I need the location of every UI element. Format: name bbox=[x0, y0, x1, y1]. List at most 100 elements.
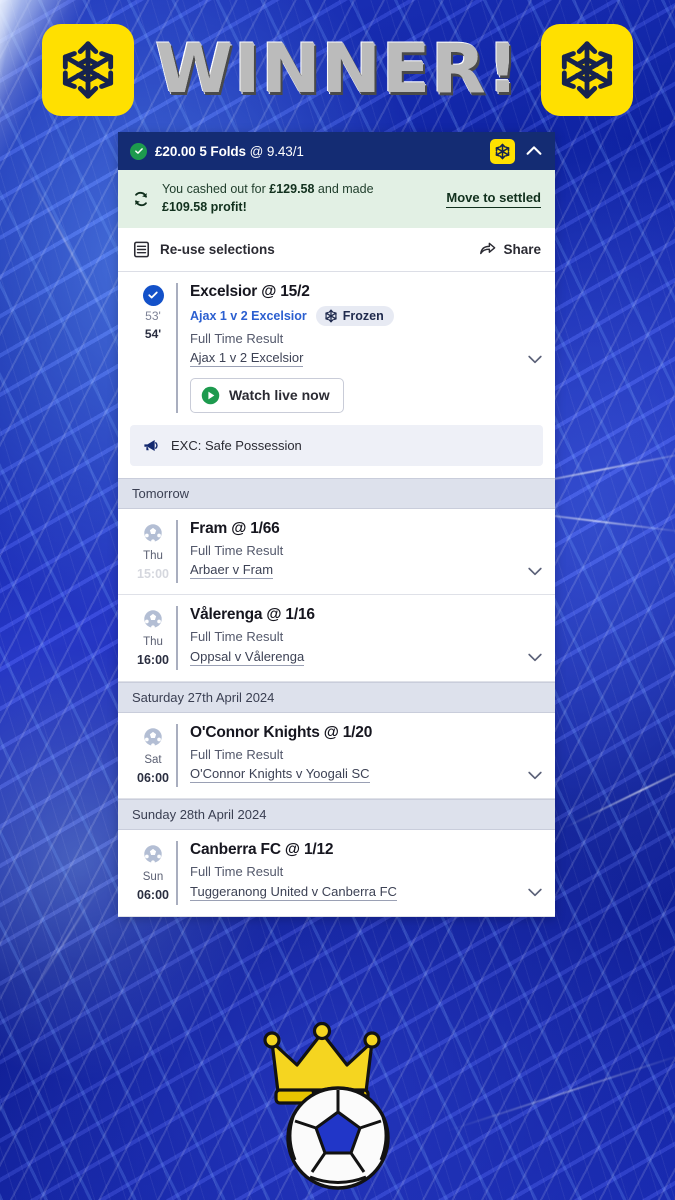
betslip-header[interactable]: £20.00 5 Folds @ 9.43/1 bbox=[118, 132, 555, 170]
day-label: Thu bbox=[143, 549, 163, 562]
cashout-amount: £129.58 bbox=[269, 182, 315, 196]
selection-body: Excelsior @ 15/2 Ajax 1 v 2 Excelsior Fr… bbox=[176, 282, 545, 413]
date-header: Sunday 28th April 2024 bbox=[118, 799, 555, 831]
chevron-down-icon[interactable] bbox=[525, 765, 545, 785]
megaphone-icon bbox=[144, 439, 158, 451]
cashout-banner: You cashed out for £129.58 and made £109… bbox=[118, 170, 555, 228]
cashout-profit: £109.58 profit! bbox=[162, 199, 247, 214]
move-to-settled-button[interactable]: Move to settled bbox=[446, 190, 541, 208]
snowflake-icon bbox=[325, 309, 337, 322]
time-label: 06:00 bbox=[137, 888, 169, 903]
market-name: Full Time Result bbox=[190, 746, 284, 762]
time-label: 06:00 bbox=[137, 770, 169, 785]
chevron-down-icon[interactable] bbox=[525, 561, 545, 581]
selection-time-column: Sat 06:00 bbox=[130, 724, 176, 788]
light-streak bbox=[24, 876, 106, 1006]
winner-title: WINNER! bbox=[154, 30, 520, 109]
selection-body: O'Connor Knights @ 1/20 Full Time Result… bbox=[176, 723, 545, 788]
light-streak bbox=[563, 752, 675, 830]
live-minute-first: 53' bbox=[145, 308, 161, 323]
cashout-refresh-icon bbox=[135, 191, 147, 206]
exc-text: EXC: Safe Possession bbox=[171, 437, 302, 453]
selection-time-column: Thu 16:00 bbox=[130, 606, 176, 670]
selection-row-live[interactable]: 53' 54' Excelsior @ 15/2 Ajax 1 v 2 Exce… bbox=[118, 271, 555, 419]
crowned-football-emoji bbox=[263, 1021, 390, 1190]
check-circle-filled-icon bbox=[142, 284, 164, 306]
selection-row[interactable]: Sat 06:00 O'Connor Knights @ 1/20 Full T… bbox=[118, 712, 555, 800]
selection-row[interactable]: Thu 16:00 Vålerenga @ 1/16 Full Time Res… bbox=[118, 595, 555, 682]
fixture-name[interactable]: Ajax 1 v 2 Excelsior bbox=[190, 350, 304, 367]
fixture-row: Tuggeranong United v Canberra FC bbox=[190, 882, 545, 902]
upcoming-groups: Tomorrow Thu 15:00 Fram @ 1/66 Full Time… bbox=[118, 477, 555, 917]
light-streak bbox=[446, 1049, 675, 1133]
selection-body: Vålerenga @ 1/16 Full Time Result Oppsal… bbox=[176, 606, 545, 670]
day-label: Thu bbox=[143, 636, 163, 649]
exc-banner-wrap: EXC: Safe Possession bbox=[118, 418, 555, 478]
soccer-ball-icon bbox=[286, 1086, 390, 1190]
chevron-down-icon[interactable] bbox=[525, 349, 545, 369]
winner-banner: WINNER! bbox=[0, 18, 675, 122]
cashout-middle: and made bbox=[314, 182, 374, 196]
betslip-toolbar: Re-use selections Share bbox=[118, 228, 555, 272]
day-label: Sun bbox=[142, 871, 164, 884]
fixture-row: Arbaer v Fram bbox=[190, 561, 545, 581]
reuse-selections-button[interactable]: Re-use selections bbox=[160, 242, 275, 257]
selection-body: Fram @ 1/66 Full Time Result Arbaer v Fr… bbox=[176, 519, 545, 584]
football-icon bbox=[144, 845, 162, 865]
chevron-down-icon[interactable] bbox=[525, 882, 545, 902]
light-streak bbox=[19, 156, 111, 326]
bet-odds: @ 9.43/1 bbox=[249, 143, 304, 159]
football-icon bbox=[144, 610, 162, 630]
snowflake-badge-header bbox=[490, 138, 515, 164]
selection-time-column: Sun 06:00 bbox=[130, 841, 176, 905]
bet-summary: £20.00 5 Folds @ 9.43/1 bbox=[155, 144, 304, 159]
watch-live-button[interactable]: Watch live now bbox=[190, 377, 344, 413]
snowflake-icon bbox=[495, 143, 510, 159]
fixture-name[interactable]: Tuggeranong United v Canberra FC bbox=[190, 884, 397, 901]
snowflake-icon bbox=[62, 41, 114, 99]
football-icon bbox=[144, 523, 162, 543]
check-circle-icon bbox=[130, 142, 147, 160]
fixture-name[interactable]: O'Connor Knights v Yoogali SC bbox=[190, 766, 370, 784]
chevron-down-icon[interactable] bbox=[525, 647, 545, 667]
fixture-line: Ajax 1 v 2 Excelsior Frozen bbox=[190, 305, 545, 326]
watch-live-label: Watch live now bbox=[229, 387, 330, 403]
selection-time-column: Thu 15:00 bbox=[130, 520, 176, 584]
date-header: Tomorrow bbox=[118, 477, 555, 509]
fixture-row: Oppsal v Vålerenga bbox=[190, 647, 545, 667]
day-label: Sat bbox=[144, 753, 162, 766]
bet-folds: 5 Folds bbox=[199, 143, 246, 159]
time-label: 15:00 bbox=[137, 566, 169, 581]
snowflake-icon bbox=[561, 41, 613, 99]
cashout-prefix: You cashed out for bbox=[162, 182, 270, 196]
football-icon bbox=[144, 727, 162, 747]
fixture-link[interactable]: Ajax 1 v 2 Excelsior bbox=[190, 309, 307, 323]
market-name: Full Time Result bbox=[190, 330, 284, 346]
cashout-message: You cashed out for £129.58 and made £109… bbox=[162, 181, 436, 217]
date-header: Saturday 27th April 2024 bbox=[118, 681, 555, 713]
fixture-row: Ajax 1 v 2 Excelsior bbox=[190, 349, 545, 369]
share-label: Share bbox=[503, 241, 541, 257]
fixture-row: O'Connor Knights v Yoogali SC bbox=[190, 765, 545, 785]
selection-title: Canberra FC @ 1/12 bbox=[190, 841, 334, 859]
selection-title: O'Connor Knights @ 1/20 bbox=[190, 723, 373, 741]
selection-row[interactable]: Sun 06:00 Canberra FC @ 1/12 Full Time R… bbox=[118, 830, 555, 917]
time-label: 16:00 bbox=[137, 653, 169, 668]
selection-status-column: 53' 54' bbox=[130, 283, 176, 413]
share-arrow-icon bbox=[480, 242, 496, 255]
frozen-label: Frozen bbox=[342, 308, 384, 323]
snowflake-badge-left bbox=[42, 24, 135, 116]
market-name: Full Time Result bbox=[190, 864, 284, 880]
market-name: Full Time Result bbox=[190, 629, 284, 645]
market-name: Full Time Result bbox=[190, 542, 284, 558]
live-minute-second: 54' bbox=[144, 326, 162, 341]
fixture-name[interactable]: Oppsal v Vålerenga bbox=[190, 649, 305, 666]
selection-title: Excelsior @ 15/2 bbox=[190, 282, 310, 300]
chevron-up-icon[interactable] bbox=[523, 140, 545, 162]
fixture-name[interactable]: Arbaer v Fram bbox=[190, 562, 274, 579]
selection-row[interactable]: Thu 15:00 Fram @ 1/66 Full Time Result A… bbox=[118, 508, 555, 596]
exc-banner[interactable]: EXC: Safe Possession bbox=[130, 424, 543, 466]
selection-title: Fram @ 1/66 bbox=[190, 519, 280, 537]
share-button[interactable]: Share bbox=[478, 240, 541, 258]
selection-title: Vålerenga @ 1/16 bbox=[190, 606, 315, 624]
